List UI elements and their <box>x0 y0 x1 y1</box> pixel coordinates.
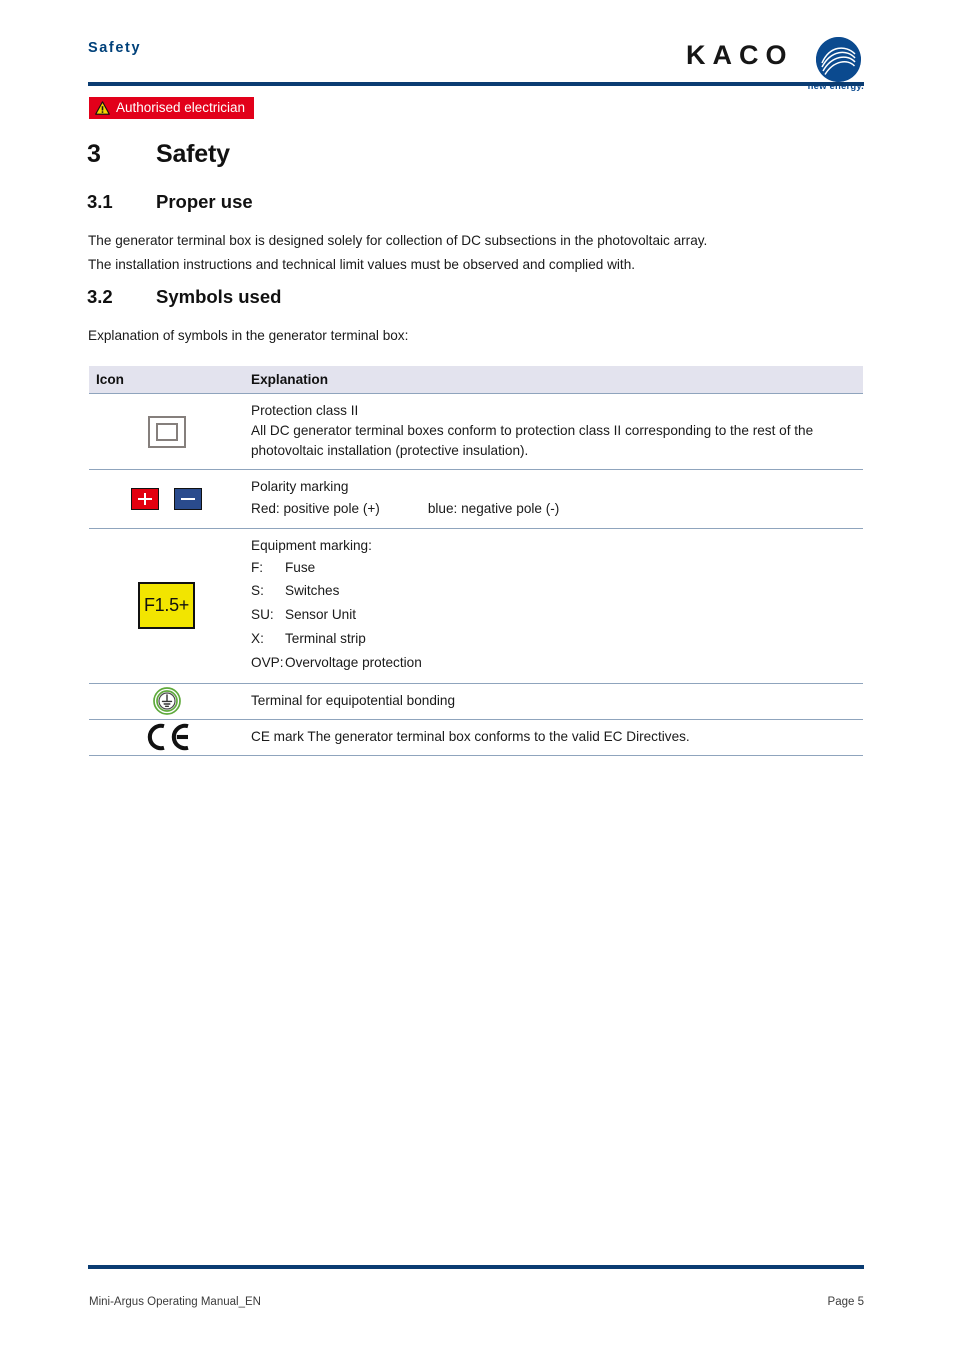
icon-cell: F1.5+ <box>89 529 244 683</box>
negative-pole-text: blue: negative pole (-) <box>427 501 560 517</box>
list-item: X: Terminal strip <box>251 627 859 651</box>
pole-description: Red: positive pole (+) blue: negative pol… <box>251 499 859 519</box>
row-lead-text: Equipment marking: <box>251 537 372 553</box>
explanation-cell: Equipment marking: F: Fuse S: Switches SU:… <box>244 529 863 683</box>
heading-3-2-symbols-used: 3.2 Symbols used <box>87 286 281 308</box>
explanation-cell: CE mark The generator terminal box confo… <box>244 720 863 755</box>
marking-key: OVP: <box>251 654 284 670</box>
table-row: CE mark The generator terminal box confo… <box>89 720 863 756</box>
icon-cell <box>89 394 244 469</box>
explanation-cell: Protection class II All DC generator ter… <box>244 394 863 469</box>
symbols-table: Icon Explanation Protection class II All… <box>89 366 863 756</box>
equipment-marking-label: F1.5+ <box>143 595 190 616</box>
footer-rule <box>88 1265 864 1269</box>
document-page: Safety KACO new energy. Authorised elect… <box>0 0 954 1350</box>
explanation-cell: Polarity marking Red: positive pole (+) b… <box>244 470 863 527</box>
row-sub-text: All DC generator terminal boxes conform … <box>251 423 814 459</box>
table-row: Terminal for equipotential bonding <box>89 684 863 720</box>
heading-3-text: Safety <box>156 140 230 168</box>
heading-3-2-number: 3.2 <box>87 286 113 307</box>
authorised-electrician-badge: Authorised electrician <box>89 97 255 119</box>
explanation-cell: Terminal for equipotential bonding <box>244 684 863 719</box>
heading-3-number: 3 <box>87 140 101 168</box>
table-row: Protection class II All DC generator ter… <box>89 394 863 471</box>
running-head-section-title: Safety <box>88 40 142 56</box>
marking-key: X: <box>251 631 264 646</box>
proper-use-paragraph-1: The generator terminal box is designed s… <box>88 233 708 248</box>
page-header: Safety KACO new energy. <box>88 36 864 92</box>
row-lead-text: Polarity marking <box>251 479 349 495</box>
marking-key: F: <box>251 559 264 575</box>
warning-triangle-icon <box>95 101 110 115</box>
ce-mark-icon <box>147 723 189 751</box>
polarity-marking-icon <box>131 487 202 510</box>
table-row: F1.5+ Equipment marking: F: Fuse S: Switch… <box>89 529 863 684</box>
positive-pole-text: Red: positive pole (+) <box>251 501 380 517</box>
table-header-row: Icon Explanation <box>89 366 863 394</box>
table-row: Polarity marking Red: positive pole (+) b… <box>89 470 863 529</box>
row-lead-text: Protection class II <box>251 403 359 418</box>
kaco-swoosh-icon <box>816 37 861 82</box>
marking-value: Overvoltage protection <box>285 654 422 670</box>
marking-value: Fuse <box>285 559 316 575</box>
row-lead-text: Terminal for equipotential bonding <box>251 692 456 708</box>
negative-pole-icon <box>174 487 202 510</box>
marking-key: S: <box>251 583 264 599</box>
heading-3-1-text: Proper use <box>156 191 253 212</box>
marking-value: Sensor Unit <box>285 607 357 623</box>
symbols-intro-paragraph: Explanation of symbols in the generator … <box>88 328 409 343</box>
equipment-marking-list: F: Fuse S: Switches SU: Sensor Unit X: Termi… <box>251 556 859 675</box>
marking-key: SU: <box>251 607 274 623</box>
protection-class-ii-icon <box>147 415 186 448</box>
heading-3-1-proper-use: 3.1 Proper use <box>87 191 253 213</box>
column-header-icon: Icon <box>96 372 124 387</box>
row-lead-text: CE mark The generator terminal box confo… <box>251 728 690 744</box>
heading-3-2-text: Symbols used <box>156 286 282 307</box>
icon-cell <box>89 470 244 527</box>
equipotential-bonding-icon <box>152 687 181 715</box>
list-item: OVP: Overvoltage protection <box>251 651 859 675</box>
heading-3-safety: 3 Safety <box>87 140 230 169</box>
icon-cell <box>89 720 244 755</box>
heading-3-1-number: 3.1 <box>87 191 113 212</box>
kaco-wordmark: KACO <box>686 40 794 70</box>
positive-pole-icon <box>131 487 159 510</box>
icon-cell <box>89 684 244 719</box>
marking-value: Terminal strip <box>285 631 366 646</box>
footer-page-number: Page 5 <box>827 1296 864 1308</box>
header-rule <box>88 82 864 86</box>
footer-document-title: Mini-Argus Operating Manual_EN <box>89 1296 261 1308</box>
list-item: SU: Sensor Unit <box>251 603 859 627</box>
column-header-explanation: Explanation <box>251 372 329 387</box>
list-item: S: Switches <box>251 579 859 603</box>
proper-use-paragraph-2: The installation instructions and techni… <box>88 257 636 272</box>
authorised-electrician-label: Authorised electrician <box>116 100 246 116</box>
list-item: F: Fuse <box>251 556 859 580</box>
marking-value: Switches <box>285 583 340 599</box>
equipment-marking-icon: F1.5+ <box>138 582 195 630</box>
